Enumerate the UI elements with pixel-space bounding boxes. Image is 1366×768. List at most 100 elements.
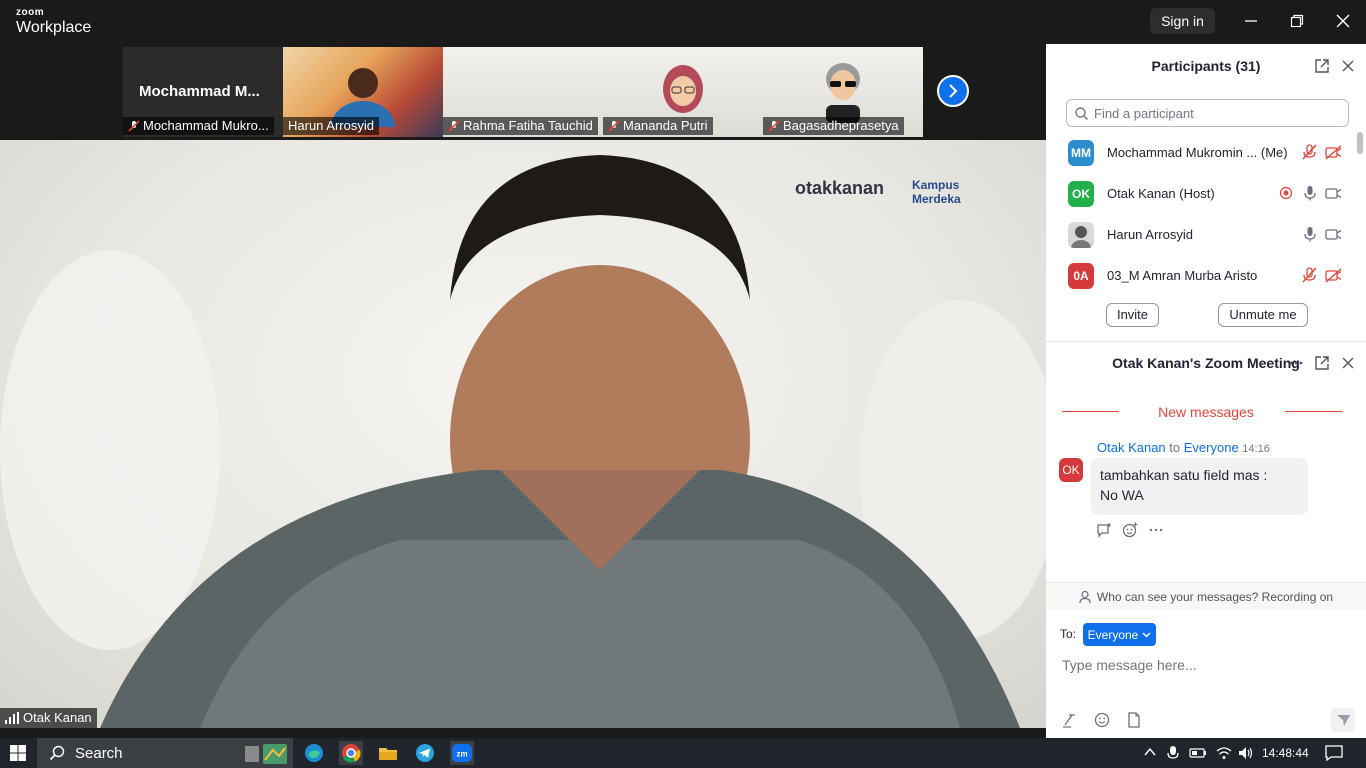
video-off-icon[interactable] [1325,144,1341,160]
video-icon[interactable] [1325,226,1341,242]
message-meta: Otak Kanan to Everyone 14:16 [1097,440,1270,455]
chat-title: Otak Kanan's Zoom Meeting [1112,355,1300,371]
video-icon[interactable] [1325,185,1341,201]
thumbnail-name: Mananda Putri [603,117,713,135]
avatar-photo [1071,225,1091,248]
scrollbar-thumb[interactable] [1357,132,1363,154]
map-icon [245,744,287,764]
next-page-button[interactable] [937,75,969,107]
send-button[interactable] [1331,708,1355,732]
notification-icon[interactable] [1325,745,1343,761]
sign-in-button[interactable]: Sign in [1150,8,1215,34]
participant-list-scrollbar[interactable] [1357,132,1363,292]
active-speaker-video: otakkanan Kampus Merdeka Otak Kanan [0,140,1046,728]
message-actions [1096,522,1164,538]
chat-toolbar [1062,712,1142,728]
mic-muted-icon [128,120,140,132]
edge-icon[interactable] [302,741,326,765]
windows-start-icon[interactable] [10,745,26,761]
format-text-icon[interactable] [1062,712,1078,728]
thumbnail-2[interactable]: Rahma Fatiha Tauchid [443,47,603,137]
volume-icon[interactable] [1238,745,1254,761]
emoji-reaction-icon[interactable] [1122,522,1138,538]
logo-top: zoom [16,7,45,18]
close-icon[interactable] [1340,58,1356,74]
file-explorer-icon[interactable] [376,741,400,765]
thumbnail-name-text: Rahma Fatiha Tauchid [463,118,593,133]
svg-text:zm: zm [456,750,467,759]
chevron-up-icon[interactable] [1143,745,1157,759]
participant-list: MM Mochammad Mukromin ... (Me) OK Otak K… [1046,132,1356,296]
more-options-icon[interactable] [1288,355,1304,371]
avatar [1068,221,1094,248]
minimize-icon[interactable] [1237,8,1265,34]
zoom-app-icon[interactable]: zm [450,741,474,765]
taskbar-search-text: Search [75,744,123,762]
thumbnail-4[interactable]: Bagasadheprasetya [763,47,923,137]
thumbnail-name: Mochammad Mukro... [123,117,274,135]
thumbnail-3[interactable]: Mananda Putri [603,47,763,137]
participant-search-input[interactable]: Find a participant [1066,99,1349,127]
participant-row[interactable]: OK Otak Kanan (Host) [1046,173,1356,214]
brand-logo-right: Kampus Merdeka [912,178,961,206]
pop-out-icon[interactable] [1314,58,1330,74]
to-label: To: [1060,627,1077,641]
mic-muted-icon[interactable] [1301,267,1317,283]
thumbnail-name-text: Bagasadheprasetya [783,118,899,133]
message-line-2: No WA [1100,487,1144,503]
close-icon[interactable] [1329,8,1357,34]
thumbnail-name: Harun Arrosyid [283,117,379,135]
mic-muted-icon[interactable] [1301,144,1317,160]
avatar: MM [1068,139,1094,166]
participant-row[interactable]: MM Mochammad Mukromin ... (Me) [1046,132,1356,173]
recipient-dropdown[interactable]: Everyone [1083,623,1156,646]
file-icon[interactable] [1126,712,1142,728]
close-icon[interactable] [1340,355,1356,371]
participant-row[interactable]: Harun Arrosyid [1046,214,1356,255]
who-can-see-banner[interactable]: Who can see your messages? Recording on [1046,582,1366,610]
thumbnail-1[interactable]: Harun Arrosyid [283,47,443,137]
message-to-word: to [1169,440,1181,455]
new-messages-divider: New messages [1046,402,1366,422]
new-messages-label: New messages [1158,404,1254,420]
participants-title: Participants (31) [1151,58,1261,74]
participant-tag: (Me) [1260,145,1288,160]
emoji-icon[interactable] [1094,712,1110,728]
wifi-icon[interactable] [1216,745,1232,761]
message-input[interactable] [1062,654,1352,676]
send-icon [1331,708,1355,732]
pop-out-icon[interactable] [1314,355,1330,371]
invite-button[interactable]: Invite [1106,303,1159,327]
participant-name: Mochammad Mukromin ... (Me) [1107,145,1288,160]
thumbnail-0[interactable]: Mochammad M... Mochammad Mukro... [123,47,283,137]
mic-icon[interactable] [1302,185,1318,201]
video-off-icon[interactable] [1325,267,1341,283]
participant-name: Otak Kanan (Host) [1107,186,1215,201]
thumbnail-big-name: Mochammad M... [139,83,260,100]
side-panel: Participants (31) Find a participant MM … [1046,44,1366,738]
unmute-me-button[interactable]: Unmute me [1218,303,1308,327]
message-time: 14:16 [1242,443,1270,455]
telegram-icon[interactable] [413,741,437,765]
more-icon[interactable] [1148,522,1164,538]
mic-icon[interactable] [1302,226,1318,242]
chrome-icon[interactable] [339,741,363,765]
battery-icon[interactable] [1189,745,1207,761]
message-bubble[interactable]: tambahkan satu field mas : No WA [1091,458,1308,515]
restore-icon[interactable] [1283,8,1311,34]
search-icon [49,745,65,761]
chevron-down-icon [1142,632,1151,638]
taskbar-clock[interactable]: 14:48:44 [1262,746,1309,760]
thumbnail-name-text: Mochammad Mukro... [143,118,269,133]
mic-muted-icon [448,120,460,132]
avatar: OK [1068,180,1094,207]
message-sender[interactable]: Otak Kanan [1097,440,1166,455]
participant-row[interactable]: 0A 03_M Amran Murba Aristo [1046,255,1356,296]
thumbnail-name: Rahma Fatiha Tauchid [443,117,598,135]
reply-icon[interactable] [1096,522,1112,538]
mic-tray-icon[interactable] [1166,745,1180,761]
recording-icon [1279,186,1293,200]
divider-line [1285,411,1342,412]
message-recipient: Everyone [1183,440,1239,455]
taskbar-search-box[interactable]: Search [37,738,293,768]
